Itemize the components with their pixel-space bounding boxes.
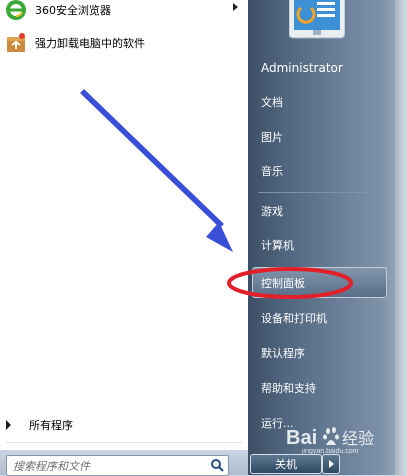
red-ellipse-annotation xyxy=(227,267,353,299)
annotation-overlay xyxy=(80,89,353,299)
blue-arrow-annotation xyxy=(80,89,233,252)
